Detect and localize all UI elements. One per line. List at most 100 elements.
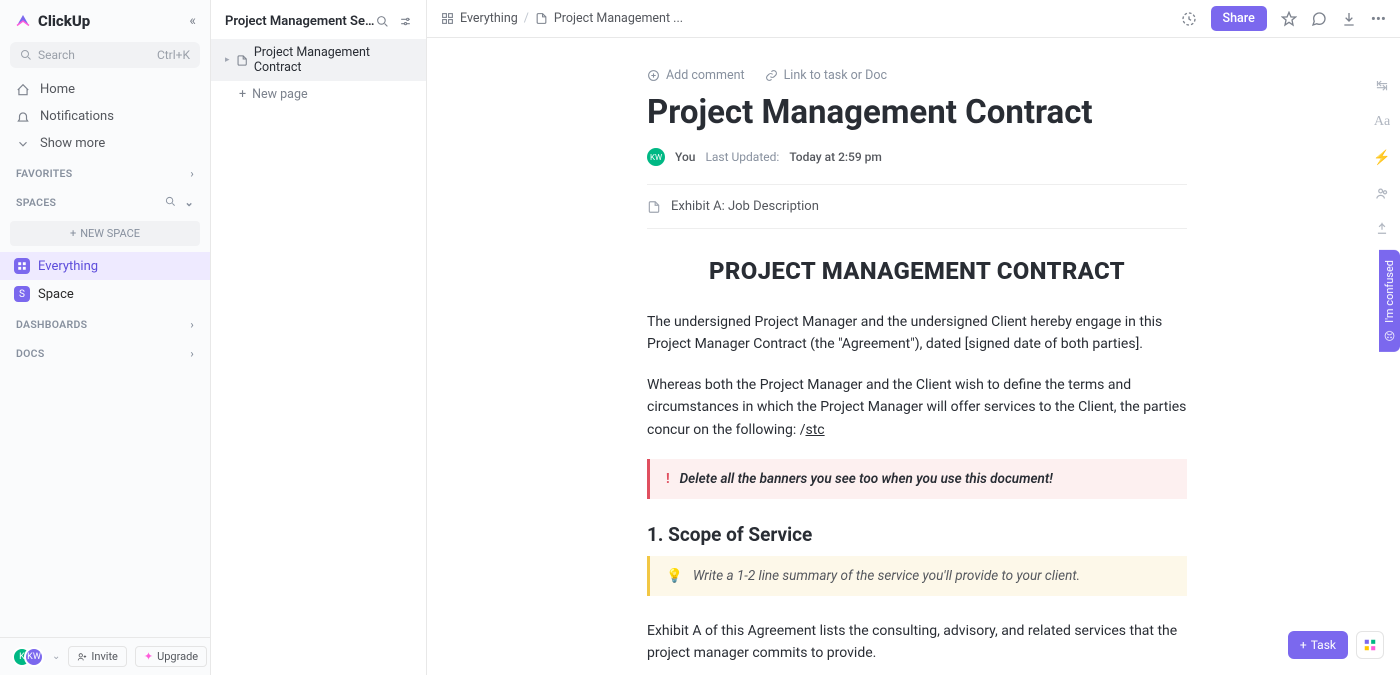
comment-icon[interactable] xyxy=(1311,11,1327,27)
link-icon xyxy=(765,69,778,82)
doc-author: You xyxy=(675,150,695,164)
add-comment-button[interactable]: Add comment xyxy=(647,68,745,83)
banner-text: Write a 1-2 line summary of the service … xyxy=(693,568,1080,584)
search-icon xyxy=(20,49,32,61)
plus-icon: + xyxy=(1300,638,1307,652)
docs-label: DOCS xyxy=(16,347,45,360)
breadcrumb-separator: / xyxy=(524,11,529,26)
right-rail: ↹ Aa ⚡ xyxy=(1364,38,1400,675)
document-icon xyxy=(236,54,248,67)
favorites-label: FAVORITES xyxy=(16,167,72,180)
paragraph[interactable]: The undersigned Project Manager and the … xyxy=(647,311,1187,356)
star-icon[interactable] xyxy=(1281,11,1297,27)
share-out-icon[interactable] xyxy=(1375,221,1389,235)
document-icon xyxy=(535,12,548,25)
space-badge-icon: S xyxy=(14,286,30,302)
people-icon[interactable] xyxy=(1375,186,1390,201)
link-task-button[interactable]: Link to task or Doc xyxy=(765,68,887,83)
nav-showmore-label: Show more xyxy=(40,136,105,151)
upgrade-label: Upgrade xyxy=(157,650,198,663)
chevron-right-icon: › xyxy=(190,347,194,360)
search-input[interactable]: Search Ctrl+K xyxy=(10,42,200,68)
apps-icon xyxy=(1363,638,1377,652)
sparkle-icon: ✦ xyxy=(144,650,153,663)
avatar[interactable]: KW xyxy=(647,148,665,166)
link-task-label: Link to task or Doc xyxy=(784,68,887,83)
space-item[interactable]: S Space xyxy=(0,280,210,308)
section-spaces[interactable]: SPACES ⌄ xyxy=(0,186,210,215)
topbar: Everything / Project Management ... Shar… xyxy=(427,0,1400,38)
caret-right-icon: ▸ xyxy=(225,55,230,65)
chevron-down-icon xyxy=(16,137,30,151)
doc-meta: KW You Last Updated: Today at 2:59 pm xyxy=(647,148,1187,185)
banner-text: Delete all the banners you see too when … xyxy=(680,471,1053,487)
ai-icon[interactable]: ⚡ xyxy=(1373,150,1390,166)
exhibit-link[interactable]: Exhibit A: Job Description xyxy=(647,185,1187,229)
feedback-button[interactable]: ☹ I'm confused xyxy=(1379,250,1400,352)
banner-tip[interactable]: 💡 Write a 1-2 line summary of the servic… xyxy=(647,556,1187,596)
more-icon[interactable]: ••• xyxy=(1371,10,1386,28)
invite-button[interactable]: Invite xyxy=(68,646,127,667)
nav-notifications[interactable]: Notifications xyxy=(0,103,210,130)
updated-label: Last Updated: xyxy=(705,150,779,164)
paragraph[interactable]: Whereas both the Project Manager and the… xyxy=(647,374,1187,441)
sidebar: ClickUp « Search Ctrl+K Home Notificatio… xyxy=(0,0,211,675)
spaces-label: SPACES xyxy=(16,196,56,209)
bell-icon xyxy=(16,110,30,124)
tree-new-page[interactable]: + New page xyxy=(211,81,426,108)
nav-show-more[interactable]: Show more xyxy=(0,130,210,157)
doc-tree-panel: Project Management Services Co... ▸ Proj… xyxy=(211,0,427,675)
updated-value: Today at 2:59 pm xyxy=(789,150,882,164)
dropdown-caret-icon[interactable]: ⌄ xyxy=(52,651,60,662)
tree-header: Project Management Services Co... xyxy=(211,0,426,39)
plus-icon: + xyxy=(239,87,246,102)
new-task-button[interactable]: + Task xyxy=(1288,631,1348,659)
section-docs[interactable]: DOCS › xyxy=(0,337,210,366)
typography-icon[interactable]: Aa xyxy=(1374,114,1390,130)
add-comment-label: Add comment xyxy=(666,68,745,83)
upgrade-button[interactable]: ✦ Upgrade xyxy=(135,646,207,667)
tree-item-contract[interactable]: ▸ Project Management Contract xyxy=(211,39,426,81)
main: Everything / Project Management ... Shar… xyxy=(427,0,1400,675)
collapse-sidebar-button[interactable]: « xyxy=(189,13,196,29)
nav-notifications-label: Notifications xyxy=(40,109,114,124)
chevron-down-icon[interactable]: ⌄ xyxy=(184,196,194,209)
history-icon[interactable] xyxy=(1181,11,1197,27)
breadcrumb-root[interactable]: Everything xyxy=(460,11,518,26)
settings-icon[interactable] xyxy=(399,15,412,28)
doc-title[interactable]: Project Management Contract xyxy=(647,93,1187,132)
paragraph[interactable]: Exhibit A of this Agreement lists the co… xyxy=(647,620,1187,665)
apps-button[interactable] xyxy=(1356,631,1384,659)
space-everything[interactable]: Everything xyxy=(0,252,210,280)
nav-home[interactable]: Home xyxy=(0,76,210,103)
search-shortcut: Ctrl+K xyxy=(157,48,190,62)
home-icon xyxy=(16,83,30,97)
section-heading[interactable]: 1. Scope of Service xyxy=(647,523,1187,546)
bulb-icon: 💡 xyxy=(666,568,683,584)
dashboards-label: DASHBOARDS xyxy=(16,318,87,331)
exhibit-label: Exhibit A: Job Description xyxy=(671,199,819,214)
avatar-stack[interactable]: K KW xyxy=(12,647,44,667)
space-everything-label: Everything xyxy=(38,259,98,274)
logo[interactable]: ClickUp xyxy=(14,12,90,30)
tree-title[interactable]: Project Management Services Co... xyxy=(225,14,376,29)
breadcrumb-doc[interactable]: Project Management ... xyxy=(554,11,683,26)
user-plus-icon xyxy=(77,652,87,662)
clickup-logo-icon xyxy=(14,12,32,30)
section-favorites[interactable]: FAVORITES › xyxy=(0,157,210,186)
section-dashboards[interactable]: DASHBOARDS › xyxy=(0,308,210,337)
document-icon xyxy=(647,200,661,214)
sidebar-header: ClickUp « xyxy=(0,0,210,42)
invite-label: Invite xyxy=(91,650,118,663)
download-icon[interactable] xyxy=(1341,11,1357,27)
exclamation-icon: ! xyxy=(666,471,670,487)
new-space-button[interactable]: + NEW SPACE xyxy=(10,221,200,246)
search-icon[interactable] xyxy=(165,196,176,207)
brand-text: ClickUp xyxy=(38,12,90,30)
search-placeholder: Search xyxy=(38,48,75,62)
search-icon[interactable] xyxy=(376,15,389,28)
expand-icon[interactable]: ↹ xyxy=(1376,78,1388,94)
banner-warning[interactable]: ! Delete all the banners you see too whe… xyxy=(647,459,1187,499)
share-button[interactable]: Share xyxy=(1211,6,1267,31)
content-heading[interactable]: PROJECT MANAGEMENT CONTRACT xyxy=(647,257,1187,285)
